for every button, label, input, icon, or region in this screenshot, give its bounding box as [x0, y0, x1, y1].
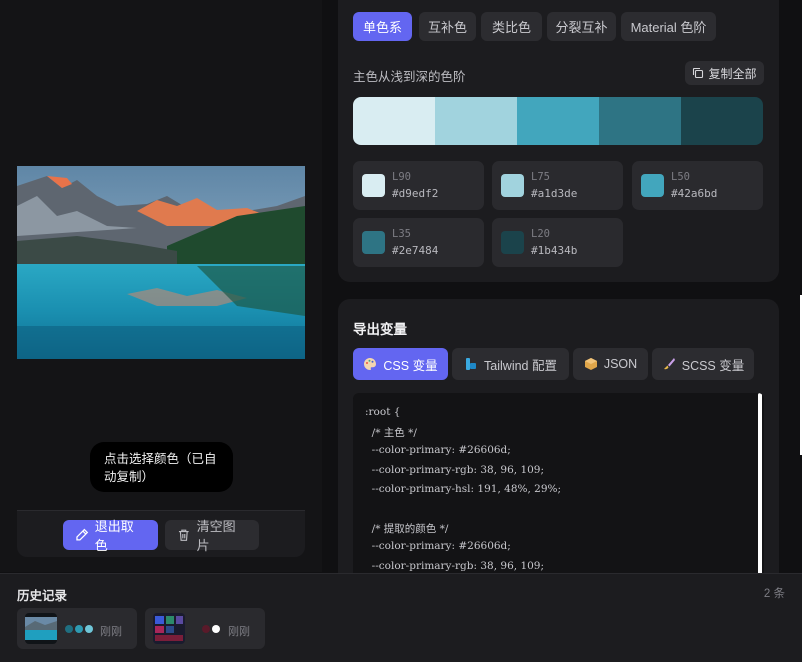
brush-icon: [663, 358, 675, 370]
exit-picker-label: 退出取色: [94, 519, 134, 553]
tab-monochrome[interactable]: 单色系: [353, 12, 412, 41]
box-icon: [584, 358, 597, 370]
scale-segment-l50[interactable]: [517, 97, 599, 145]
code-line: --color-primary: #26606d;: [365, 444, 511, 457]
copy-icon: [693, 67, 704, 79]
history-count: 2 条: [763, 588, 785, 600]
copy-all-button[interactable]: 复制全部: [685, 61, 764, 85]
swatch-hex: #42a6bd: [671, 187, 718, 200]
history-thumbnail: [25, 613, 57, 644]
tab-label: Tailwind 配置: [484, 358, 557, 373]
code-scrollbar[interactable]: [758, 393, 762, 589]
tab-scss-variables[interactable]: SCSS 变量: [652, 348, 754, 380]
swatch-card-l35[interactable]: L35 #2e7484: [353, 218, 484, 267]
eyedropper-icon: [76, 528, 89, 541]
code-line: --color-primary-rgb: 38, 96, 109;: [365, 463, 545, 476]
picker-tooltip: 点击选择颜色（已自动复制）: [90, 442, 233, 492]
history-color-dot: [65, 625, 73, 633]
scale-section-label: 主色从浅到深的色阶: [353, 70, 466, 84]
tab-tailwind-config[interactable]: Tailwind 配置: [452, 348, 569, 380]
code-line: --color-primary: #26606d;: [365, 540, 511, 553]
tab-css-variables[interactable]: CSS 变量: [353, 348, 448, 380]
palette-card: 单色系 互补色 类比色 分裂互补 Material 色阶 主色从浅到深的色阶 复…: [338, 0, 779, 282]
scale-segment-l35[interactable]: [599, 97, 681, 145]
scale-segment-l20[interactable]: [681, 97, 763, 145]
swatch-card-l75[interactable]: L75 #a1d3de: [492, 161, 623, 210]
picker-toolbar: 退出取色 清空图片: [17, 510, 305, 557]
swatch-chip: [641, 174, 664, 197]
swatch-level: L35: [392, 228, 411, 240]
history-panel: 历史记录 2 条 刚刚 刚刚: [0, 573, 802, 662]
swatch-card-l90[interactable]: L90 #d9edf2: [353, 161, 484, 210]
swatch-level: L75: [531, 171, 550, 183]
image-panel: 点击选择颜色（已自动复制） 退出取色 清空图片: [0, 0, 322, 572]
tab-complementary[interactable]: 互补色: [419, 12, 476, 41]
tab-label: JSON: [603, 357, 638, 371]
exit-picker-button[interactable]: 退出取色: [63, 519, 158, 553]
tab-split-complementary[interactable]: 分裂互补: [547, 12, 616, 41]
tailwind-icon: [466, 358, 477, 370]
history-time: 刚刚: [100, 626, 122, 638]
scale-segment-l75[interactable]: [435, 97, 517, 145]
swatch-level: L20: [531, 228, 550, 240]
swatch-card-l50[interactable]: L50 #42a6bd: [632, 161, 763, 210]
clear-image-button[interactable]: 清空图片: [165, 519, 259, 553]
tab-label: SCSS 变量: [681, 358, 745, 373]
history-color-dot: [212, 625, 220, 633]
history-color-dot: [202, 625, 210, 633]
history-color-dot: [85, 625, 93, 633]
color-scale-bar: [353, 97, 763, 145]
palette-icon: [364, 358, 377, 370]
swatch-chip: [362, 231, 385, 254]
export-card: 导出变量 CSS 变量 Tailwind 配置 JSON SCSS 变量 :ro…: [338, 299, 779, 589]
swatch-card-l20[interactable]: L20 #1b434b: [492, 218, 623, 267]
code-line: --color-primary-hsl: 191, 48%, 29%;: [365, 482, 562, 495]
history-thumbnail: [153, 613, 185, 644]
swatch-hex: #2e7484: [392, 244, 439, 257]
swatch-hex: #a1d3de: [531, 187, 578, 200]
lake-mountain-image[interactable]: [17, 166, 305, 359]
swatch-hex: #1b434b: [531, 244, 578, 257]
swatch-chip: [362, 174, 385, 197]
swatch-chip: [501, 174, 524, 197]
code-line: /* 提取的颜色 */: [365, 523, 449, 536]
tab-json[interactable]: JSON: [573, 348, 648, 380]
export-title: 导出变量: [353, 322, 407, 337]
history-item[interactable]: 刚刚: [17, 608, 137, 649]
code-line: :root {: [365, 406, 401, 418]
code-line: /* 主色 */: [365, 427, 417, 440]
history-title: 历史记录: [17, 589, 68, 603]
swatch-level: L90: [392, 171, 411, 183]
uploaded-image[interactable]: [17, 166, 305, 359]
history-item[interactable]: 刚刚: [145, 608, 265, 649]
swatch-level: L50: [671, 171, 690, 183]
trash-icon: [178, 529, 189, 541]
tab-material-scale[interactable]: Material 色阶: [621, 12, 716, 41]
scale-segment-l90[interactable]: [353, 97, 435, 145]
clear-image-label: 清空图片: [196, 519, 236, 553]
swatch-chip: [501, 231, 524, 254]
swatch-hex: #d9edf2: [392, 187, 439, 200]
tab-label: CSS 变量: [383, 358, 438, 373]
history-time: 刚刚: [228, 626, 250, 638]
copy-all-label: 复制全部: [708, 66, 757, 81]
code-output[interactable]: :root { /* 主色 */ --color-primary: #26606…: [353, 393, 764, 589]
tab-analogous[interactable]: 类比色: [481, 12, 542, 41]
history-color-dot: [75, 625, 83, 633]
